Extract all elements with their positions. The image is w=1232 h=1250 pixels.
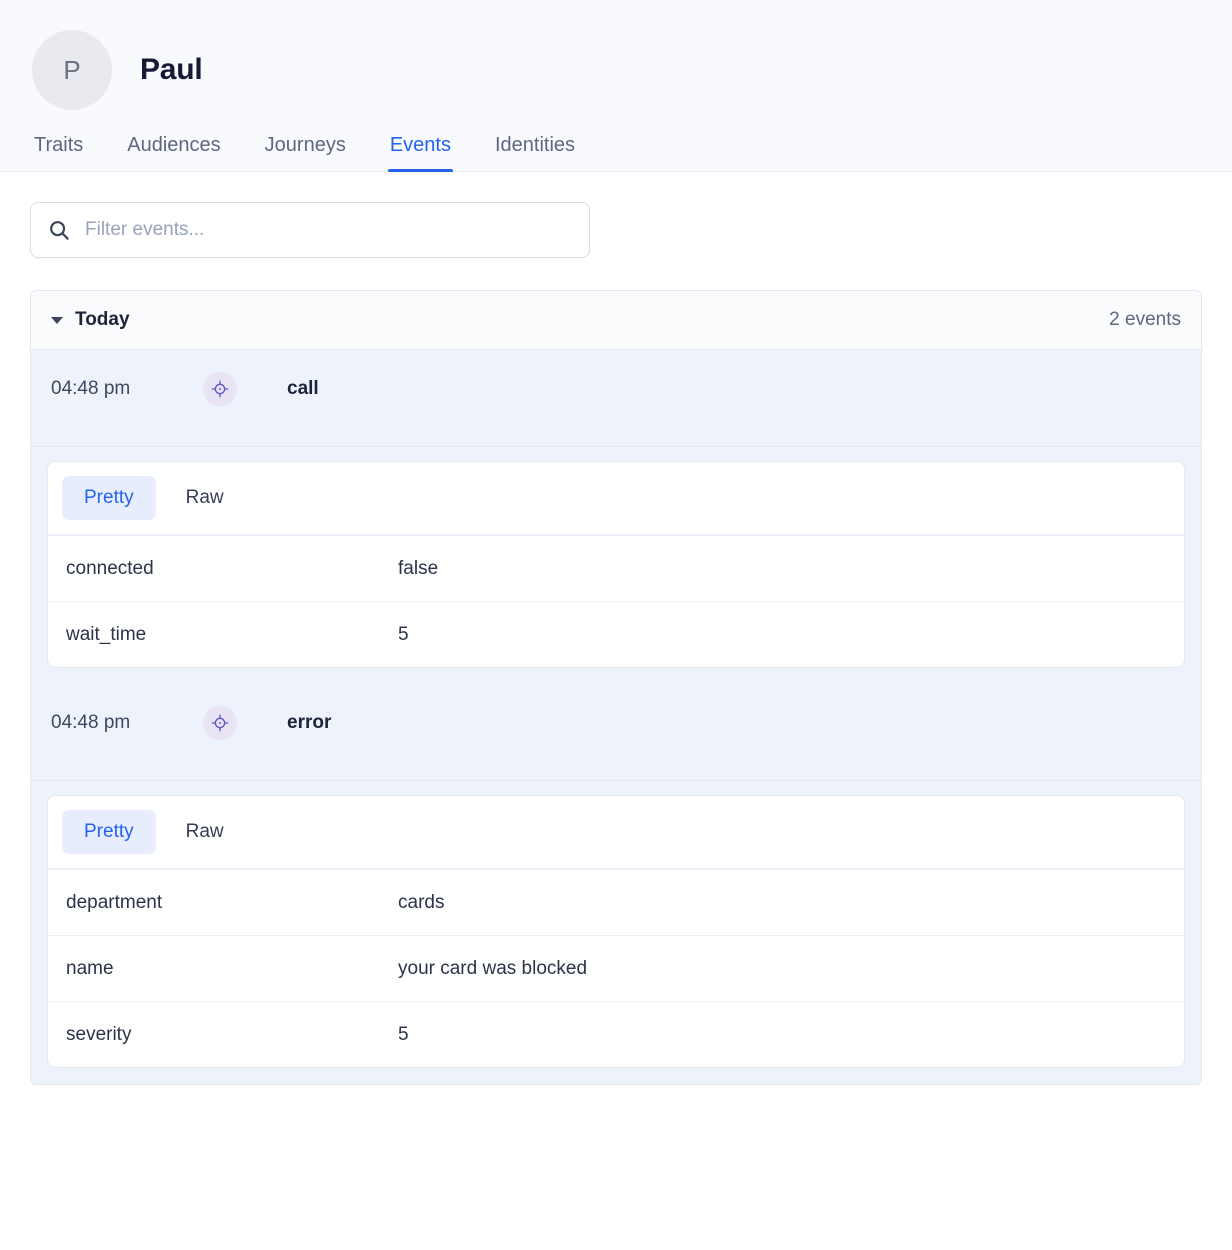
events-content: Today 2 events 04:48 pm call: [0, 172, 1232, 1085]
event-row[interactable]: 04:48 pm error: [31, 684, 1201, 781]
property-key: severity: [66, 1023, 132, 1045]
event-group-header-left: Today: [51, 309, 130, 331]
event-group-title: Today: [75, 309, 130, 330]
tab-raw[interactable]: Raw: [164, 476, 246, 520]
property-value: false: [398, 557, 439, 579]
tab-identities[interactable]: Identities: [473, 134, 597, 171]
tab-traits[interactable]: Traits: [32, 134, 105, 171]
property-value: your card was blocked: [398, 957, 588, 979]
caret-down-icon[interactable]: [51, 316, 63, 324]
tab-pretty[interactable]: Pretty: [62, 476, 156, 520]
event-timestamp: 04:48 pm: [51, 712, 131, 733]
crosshair-icon: [203, 706, 237, 740]
page-title: Paul: [140, 53, 203, 86]
event-detail-tabs: Pretty Raw: [48, 796, 1184, 869]
table-row: name your card was blocked: [48, 935, 1184, 1001]
crosshair-icon: [203, 372, 237, 406]
property-key: wait_time: [66, 623, 147, 645]
event-name: error: [287, 712, 332, 733]
event-group-header[interactable]: Today 2 events: [31, 291, 1201, 350]
property-key: connected: [66, 557, 154, 579]
property-key: name: [66, 957, 114, 979]
event-group-count: 2 events: [1109, 309, 1181, 330]
event-row[interactable]: 04:48 pm call: [31, 350, 1201, 447]
tab-journeys[interactable]: Journeys: [243, 134, 368, 171]
tab-pretty[interactable]: Pretty: [62, 810, 156, 854]
event-detail-wrap: Pretty Raw connected false wait_time 5: [31, 447, 1201, 684]
avatar: P: [32, 30, 112, 110]
event-detail-wrap: Pretty Raw department cards name your ca…: [31, 781, 1201, 1084]
filter-events-field: [30, 202, 590, 258]
profile-identity: P Paul: [32, 28, 1200, 112]
tab-events[interactable]: Events: [368, 134, 473, 172]
property-value: cards: [398, 891, 445, 913]
event-detail-card: Pretty Raw department cards name your ca…: [47, 795, 1185, 1068]
tab-audiences[interactable]: Audiences: [105, 134, 242, 171]
table-row: connected false: [48, 535, 1184, 601]
event-timestamp: 04:48 pm: [51, 378, 131, 399]
property-value: 5: [398, 1023, 409, 1045]
search-input[interactable]: [30, 202, 590, 258]
profile-header: P Paul Traits Audiences Journeys Events …: [0, 0, 1232, 172]
table-row: wait_time 5: [48, 601, 1184, 667]
event-detail-card: Pretty Raw connected false wait_time 5: [47, 461, 1185, 668]
profile-tabs: Traits Audiences Journeys Events Identit…: [32, 134, 1200, 172]
table-row: severity 5: [48, 1001, 1184, 1067]
property-value: 5: [398, 623, 409, 645]
avatar-initial: P: [63, 54, 81, 85]
tab-raw[interactable]: Raw: [164, 810, 246, 854]
table-row: department cards: [48, 869, 1184, 935]
event-detail-tabs: Pretty Raw: [48, 462, 1184, 535]
events-panel: Today 2 events 04:48 pm call Pretty Raw …: [30, 290, 1202, 1085]
property-key: department: [66, 891, 163, 913]
event-name: call: [287, 378, 319, 399]
